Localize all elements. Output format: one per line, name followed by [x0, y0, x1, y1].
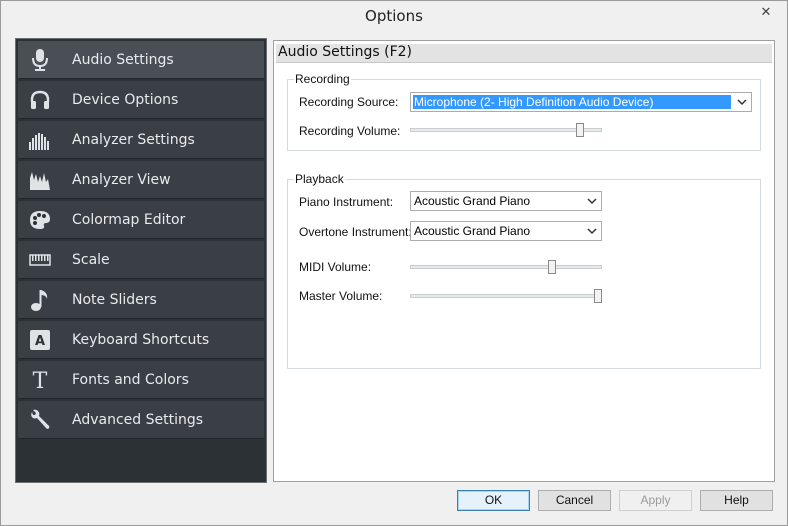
recording-source-dropdown[interactable]: Microphone (2- High Definition Audio Dev… [410, 92, 752, 112]
sidebar-item-note-sliders[interactable]: Note Sliders [18, 281, 264, 319]
sidebar-item-label: Note Sliders [72, 291, 157, 308]
piano-keys-icon [28, 248, 52, 272]
close-icon[interactable]: ✕ [761, 4, 772, 19]
piano-instrument-dropdown[interactable]: Acoustic Grand Piano [410, 191, 602, 211]
sidebar-item-label: Advanced Settings [72, 411, 204, 428]
cancel-button[interactable]: Cancel [538, 490, 611, 511]
ok-button[interactable]: OK [457, 490, 530, 511]
sidebar-item-fonts-and-colors[interactable]: T Fonts and Colors [18, 361, 264, 399]
sidebar-item-label: Audio Settings [72, 51, 174, 68]
sidebar-item-label: Scale [72, 251, 110, 268]
midi-volume-label: MIDI Volume: [299, 260, 372, 274]
headphones-icon [28, 88, 52, 112]
keyboard-letter-a-icon: A [28, 328, 52, 352]
wrench-icon [28, 408, 52, 432]
recording-volume-slider[interactable] [410, 123, 602, 137]
sidebar-item-device-options[interactable]: Device Options [18, 81, 264, 119]
help-button[interactable]: Help [700, 490, 773, 511]
sidebar-item-label: Keyboard Shortcuts [72, 331, 210, 348]
slider-thumb[interactable] [548, 260, 556, 274]
analyzer-view-icon [28, 168, 52, 192]
apply-button[interactable]: Apply [619, 490, 692, 511]
sidebar-item-keyboard-shortcuts[interactable]: A Keyboard Shortcuts [18, 321, 264, 359]
sidebar-item-advanced-settings[interactable]: Advanced Settings [18, 401, 264, 439]
sidebar-item-audio-settings[interactable]: Audio Settings [18, 41, 264, 79]
microphone-icon [28, 48, 52, 72]
slider-track [410, 294, 602, 298]
title-bar: Options ✕ [1, 1, 787, 32]
svg-text:T: T [33, 369, 48, 391]
recording-legend: Recording [294, 72, 351, 86]
sidebar-item-colormap-editor[interactable]: Colormap Editor [18, 201, 264, 239]
sidebar-item-label: Fonts and Colors [72, 371, 189, 388]
settings-panel: Audio Settings (F2) Recording Recording … [273, 40, 775, 482]
playback-legend: Playback [294, 172, 345, 186]
master-volume-slider[interactable] [410, 289, 602, 303]
window-title: Options [365, 7, 423, 25]
sidebar-item-label: Analyzer View [72, 171, 171, 188]
sidebar-item-analyzer-settings[interactable]: Analyzer Settings [18, 121, 264, 159]
panel-header: Audio Settings (F2) [276, 44, 772, 63]
slider-track [410, 265, 602, 269]
sidebar-item-label: Device Options [72, 91, 179, 108]
chevron-down-icon [587, 228, 597, 235]
overtone-instrument-dropdown[interactable]: Acoustic Grand Piano [410, 221, 602, 241]
sidebar-item-label: Analyzer Settings [72, 131, 195, 148]
options-window: Options ✕ Audio Settings Device Options … [0, 0, 788, 526]
master-volume-label: Master Volume: [299, 289, 383, 303]
slider-thumb[interactable] [576, 123, 584, 137]
sidebar-item-analyzer-view[interactable]: Analyzer View [18, 161, 264, 199]
recording-volume-label: Recording Volume: [299, 124, 401, 138]
recording-group: Recording Recording Source: Microphone (… [287, 72, 761, 151]
palette-icon [28, 208, 52, 232]
slider-track [410, 128, 602, 132]
sidebar-item-label: Colormap Editor [72, 211, 186, 228]
panel-title: Audio Settings (F2) [278, 44, 412, 60]
svg-text:A: A [35, 334, 45, 349]
analyzer-settings-icon [28, 128, 52, 152]
font-t-icon: T [28, 368, 52, 392]
overtone-instrument-label: Overtone Instrument: [299, 225, 412, 239]
piano-instrument-label: Piano Instrument: [299, 195, 394, 209]
playback-group: Playback Piano Instrument: Acoustic Gran… [287, 172, 761, 369]
chevron-down-icon [587, 198, 597, 205]
sidebar: Audio Settings Device Options Analyzer S… [15, 38, 267, 483]
close-button[interactable]: ✕ [751, 3, 781, 23]
sidebar-item-scale[interactable]: Scale [18, 241, 264, 279]
piano-instrument-value: Acoustic Grand Piano [414, 194, 531, 208]
slider-thumb[interactable] [594, 289, 602, 303]
recording-source-label: Recording Source: [299, 95, 399, 109]
overtone-instrument-value: Acoustic Grand Piano [414, 224, 531, 238]
midi-volume-slider[interactable] [410, 260, 602, 274]
music-note-icon [28, 288, 52, 312]
recording-source-value: Microphone (2- High Definition Audio Dev… [413, 95, 731, 109]
chevron-down-icon [737, 99, 747, 106]
